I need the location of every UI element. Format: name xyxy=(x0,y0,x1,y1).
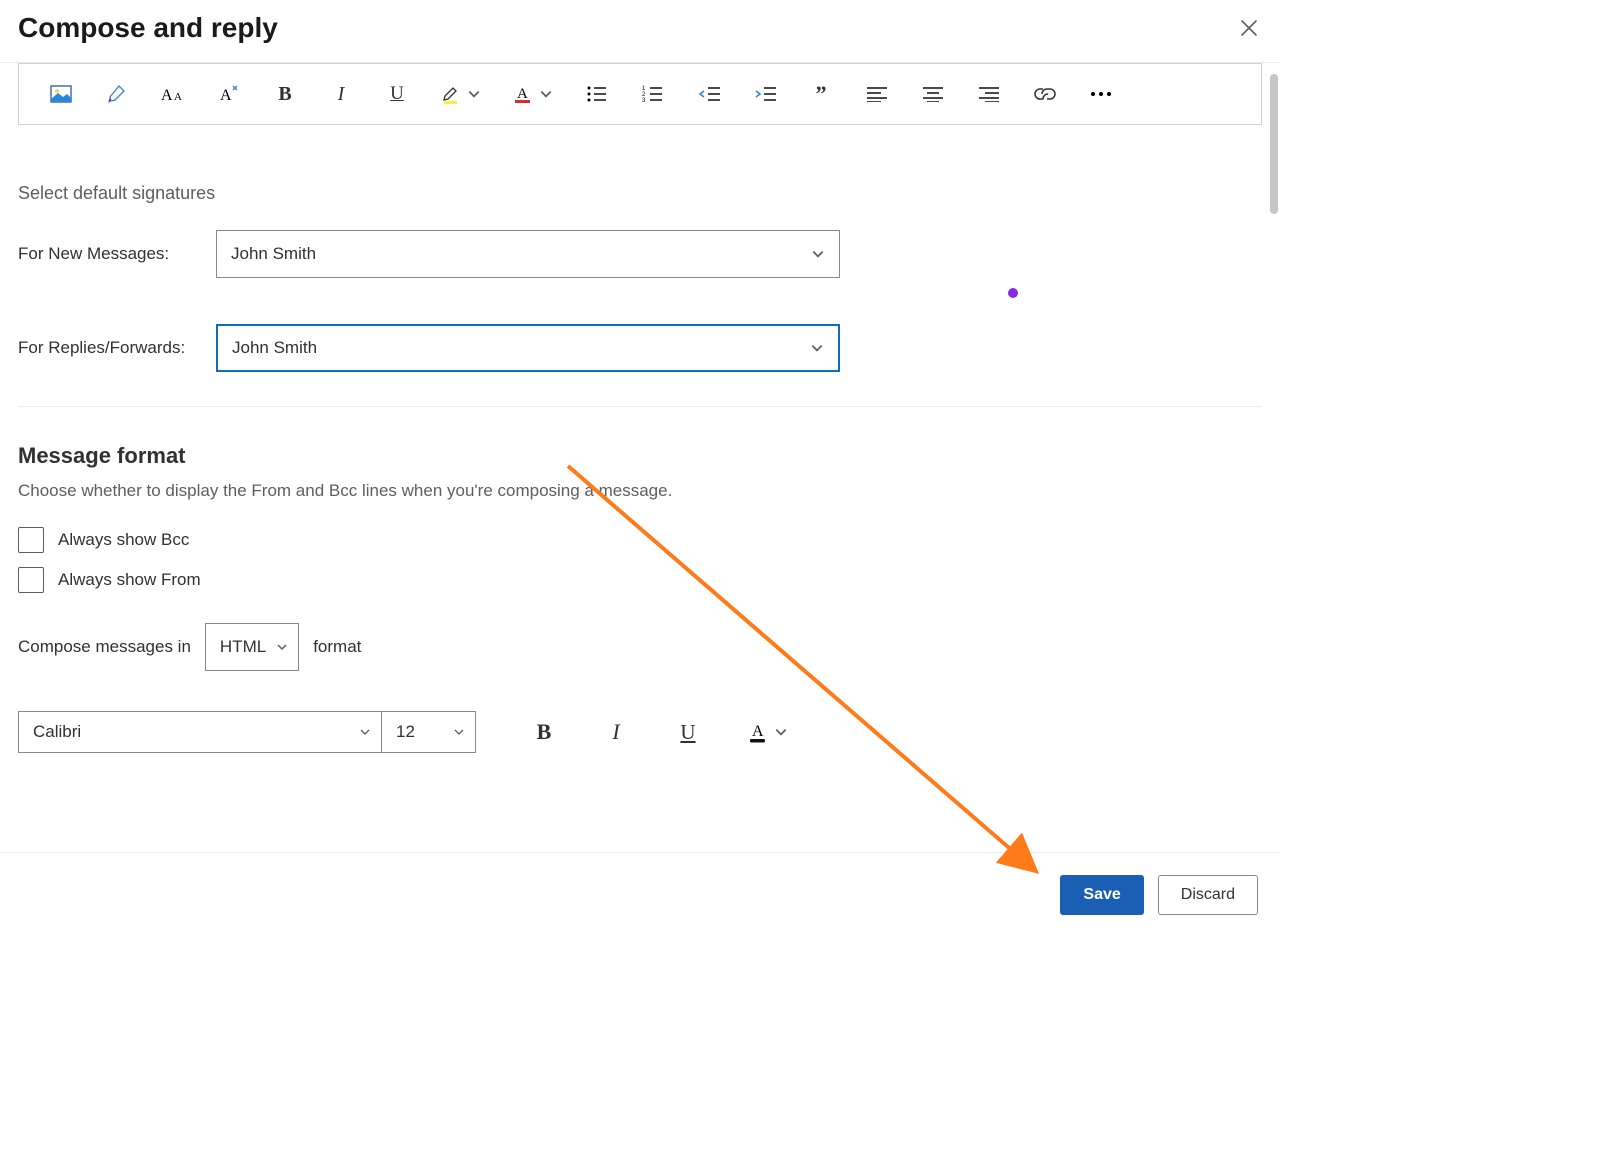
signature-editor[interactable]: AA A B I U A xyxy=(18,63,1262,125)
link-icon xyxy=(1033,87,1057,101)
default-signatures-heading: Select default signatures xyxy=(18,183,1262,204)
ellipsis-icon xyxy=(1090,91,1112,97)
svg-text:A: A xyxy=(174,91,182,103)
paint-brush-icon xyxy=(106,84,128,104)
font-size-icon: AA xyxy=(161,85,185,103)
svg-text:A: A xyxy=(517,86,528,102)
svg-text:A: A xyxy=(220,87,232,104)
image-icon xyxy=(50,85,72,103)
default-underline-button[interactable]: U xyxy=(676,720,700,744)
font-color-icon: A xyxy=(748,721,768,743)
indent-icon xyxy=(754,86,776,102)
insert-image-button[interactable] xyxy=(49,82,73,106)
replies-forwards-row: For Replies/Forwards: John Smith xyxy=(18,324,1262,372)
compose-reply-settings-panel: Compose and reply AA xyxy=(0,0,1280,937)
font-size-button[interactable]: AA xyxy=(161,82,185,106)
compose-format-label-pre: Compose messages in xyxy=(18,637,191,657)
close-icon xyxy=(1240,19,1258,37)
editor-toolbar: AA A B I U A xyxy=(19,63,1261,124)
page-title: Compose and reply xyxy=(18,12,278,44)
annotation-purple-dot xyxy=(1008,288,1018,298)
align-right-button[interactable] xyxy=(977,82,1001,106)
insert-link-button[interactable] xyxy=(1033,82,1057,106)
more-options-button[interactable] xyxy=(1089,82,1113,106)
chevron-down-icon xyxy=(811,247,825,261)
default-font-color-button[interactable]: A xyxy=(748,721,788,743)
chevron-down-icon xyxy=(467,87,481,101)
align-left-button[interactable] xyxy=(865,82,889,106)
default-italic-button[interactable]: I xyxy=(604,720,628,744)
format-painter-button[interactable] xyxy=(105,82,129,106)
highlight-color-button[interactable] xyxy=(441,84,481,104)
always-show-bcc-checkbox[interactable] xyxy=(18,527,44,553)
highlighter-icon xyxy=(441,84,461,104)
new-messages-signature-dropdown[interactable]: John Smith xyxy=(216,230,840,278)
outdent-button[interactable] xyxy=(697,82,721,106)
chevron-down-icon xyxy=(276,641,288,653)
always-show-bcc-row: Always show Bcc xyxy=(18,527,1262,553)
dropdown-value: John Smith xyxy=(232,338,317,358)
font-color-icon: A xyxy=(513,84,533,104)
default-font-size-dropdown[interactable]: 12 xyxy=(382,711,476,753)
bullet-list-button[interactable] xyxy=(585,82,609,106)
underline-button[interactable]: U xyxy=(385,82,409,106)
panel-footer: Save Discard xyxy=(0,852,1280,937)
chevron-down-icon xyxy=(359,726,371,738)
discard-button[interactable]: Discard xyxy=(1158,875,1258,915)
message-format-description: Choose whether to display the From and B… xyxy=(18,481,1262,501)
always-show-bcc-label: Always show Bcc xyxy=(58,530,189,550)
svg-text:3: 3 xyxy=(642,98,646,103)
always-show-from-row: Always show From xyxy=(18,567,1262,593)
chevron-down-icon xyxy=(810,341,824,355)
bold-button[interactable]: B xyxy=(273,82,297,106)
chevron-down-icon xyxy=(453,726,465,738)
align-left-icon xyxy=(866,86,888,102)
dropdown-value: Calibri xyxy=(33,722,81,742)
settings-scroll-area[interactable]: Compose and reply AA xyxy=(0,0,1280,852)
replies-forwards-label: For Replies/Forwards: xyxy=(18,338,198,358)
new-messages-row: For New Messages: John Smith xyxy=(18,230,1262,278)
chevron-down-icon xyxy=(539,87,553,101)
replies-forwards-signature-dropdown[interactable]: John Smith xyxy=(216,324,840,372)
clear-format-icon: A xyxy=(217,84,241,104)
save-button[interactable]: Save xyxy=(1060,875,1143,915)
compose-format-dropdown[interactable]: HTML xyxy=(205,623,299,671)
default-bold-button[interactable]: B xyxy=(532,720,556,744)
message-format-heading: Message format xyxy=(18,443,1262,469)
panel-header: Compose and reply xyxy=(0,0,1280,63)
clear-formatting-button[interactable]: A xyxy=(217,82,241,106)
numbered-list-button[interactable]: 123 xyxy=(641,82,665,106)
default-font-name-dropdown[interactable]: Calibri xyxy=(18,711,382,753)
italic-button[interactable]: I xyxy=(329,82,353,106)
align-center-icon xyxy=(922,86,944,102)
dropdown-value: John Smith xyxy=(231,244,316,264)
quote-button[interactable]: ” xyxy=(809,82,833,106)
default-font-style-toolbar: B I U A xyxy=(532,720,788,744)
always-show-from-checkbox[interactable] xyxy=(18,567,44,593)
font-color-button[interactable]: A xyxy=(513,84,553,104)
svg-text:A: A xyxy=(752,723,764,740)
close-button[interactable] xyxy=(1238,17,1260,39)
outdent-icon xyxy=(698,86,720,102)
dropdown-value: HTML xyxy=(220,637,266,657)
bullet-list-icon xyxy=(586,85,608,103)
numbered-list-icon: 123 xyxy=(642,85,664,103)
compose-format-label-post: format xyxy=(313,637,361,657)
compose-format-row: Compose messages in HTML format xyxy=(18,623,1262,671)
chevron-down-icon xyxy=(774,725,788,739)
section-divider xyxy=(18,406,1262,407)
indent-button[interactable] xyxy=(753,82,777,106)
align-center-button[interactable] xyxy=(921,82,945,106)
dropdown-value: 12 xyxy=(396,722,415,742)
default-font-row: Calibri 12 B I U A xyxy=(18,711,1262,753)
svg-text:A: A xyxy=(161,87,173,103)
always-show-from-label: Always show From xyxy=(58,570,201,590)
vertical-scrollbar[interactable] xyxy=(1270,74,1278,214)
new-messages-label: For New Messages: xyxy=(18,244,198,264)
align-right-icon xyxy=(978,86,1000,102)
